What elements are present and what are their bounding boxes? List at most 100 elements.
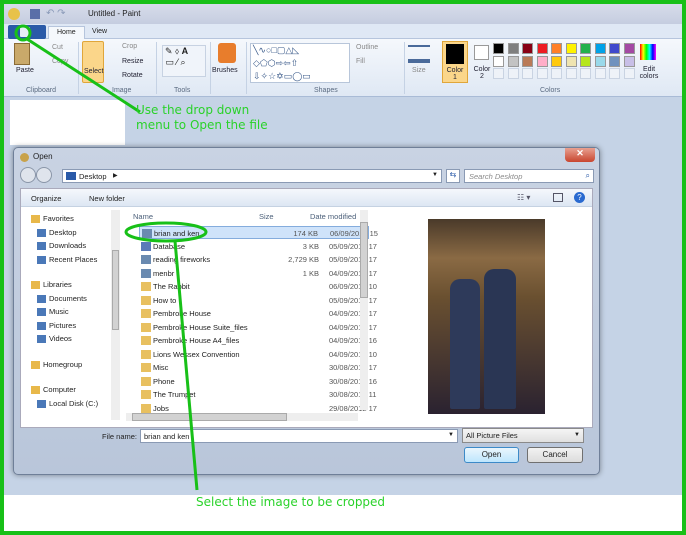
organize-button[interactable]: Organize: [31, 194, 61, 203]
nav-scrollbar[interactable]: [111, 210, 120, 420]
tab-home[interactable]: Home: [48, 26, 85, 39]
select-button[interactable]: Select: [82, 41, 104, 83]
file-row[interactable]: Lions Wessex Convention 04/09/2012 10: [139, 348, 377, 361]
close-button[interactable]: ✕: [565, 148, 595, 162]
search-icon[interactable]: ⌕: [586, 171, 590, 181]
file-row[interactable]: menbr 1 KB 04/09/2012 17: [139, 267, 377, 280]
custom-color-slot[interactable]: [565, 68, 577, 79]
preview-pane-icon[interactable]: [553, 193, 563, 202]
custom-color-slot[interactable]: [594, 68, 606, 79]
file-type-select[interactable]: All Picture Files ▼: [462, 428, 584, 443]
color-swatch[interactable]: [507, 43, 519, 54]
new-folder-button[interactable]: New folder: [89, 194, 125, 203]
address-bar[interactable]: Desktop ▶ ▼: [62, 169, 442, 183]
tab-view[interactable]: View: [84, 26, 115, 39]
file-row[interactable]: The Trumpet 30/08/2012 11: [139, 388, 376, 401]
color-swatch[interactable]: [565, 43, 577, 54]
outline-button[interactable]: Outline: [356, 44, 378, 51]
color-swatch[interactable]: [522, 55, 533, 67]
open-button[interactable]: Open: [464, 447, 519, 463]
custom-color-slot[interactable]: [507, 68, 519, 79]
desktop-icon: [66, 172, 76, 180]
resize-button[interactable]: Resize: [122, 58, 143, 65]
paint-menu-button[interactable]: [8, 25, 46, 39]
color-swatch[interactable]: [551, 43, 562, 54]
color-swatch[interactable]: [536, 55, 548, 67]
color-swatch[interactable]: [522, 43, 533, 54]
size-button[interactable]: Size: [412, 67, 426, 74]
column-name[interactable]: Name: [133, 212, 153, 221]
file-row[interactable]: Phone 30/08/2012 16: [139, 375, 377, 388]
color-swatch[interactable]: [580, 43, 591, 54]
select-label: Select: [84, 68, 104, 75]
help-icon[interactable]: ?: [574, 192, 585, 203]
undo-icon[interactable]: ↶ ↷: [46, 8, 66, 19]
copy-button[interactable]: Copy: [52, 58, 68, 65]
color-swatch[interactable]: [565, 55, 577, 67]
column-size[interactable]: Size: [259, 212, 274, 221]
horizontal-scrollbar[interactable]: [126, 413, 358, 421]
color-swatch[interactable]: [551, 55, 562, 67]
color-swatch[interactable]: [493, 55, 504, 67]
cut-button[interactable]: Cut: [52, 44, 63, 51]
shapes-gallery[interactable]: ╲∿○□▢△◺ ◇⬠⬡⇨⇦⇧ ⇩✧☆✡▭◯▭: [250, 43, 350, 83]
edit-colors-button[interactable]: Edit colors: [636, 66, 662, 80]
file-row[interactable]: brian and ken 174 KB 06/09/2012 15: [139, 226, 378, 239]
command-bar: Organize New folder ☷ ▾ ?: [21, 189, 592, 207]
brushes-button[interactable]: Brushes: [212, 67, 238, 74]
color-swatch[interactable]: [623, 43, 635, 54]
downloads-icon: [37, 242, 46, 250]
chevron-right-icon[interactable]: ▶: [113, 172, 118, 179]
file-name: Database: [153, 241, 186, 251]
color-swatch[interactable]: [580, 55, 591, 67]
rotate-button[interactable]: Rotate: [122, 72, 143, 79]
color-swatch[interactable]: [594, 43, 606, 54]
color-swatch[interactable]: [507, 55, 519, 67]
color-swatch[interactable]: [536, 43, 548, 54]
file-row[interactable]: Misc 30/08/2012 17: [139, 361, 377, 374]
paste-button[interactable]: Paste: [16, 67, 34, 74]
color-swatch[interactable]: [493, 43, 504, 54]
color1-button[interactable]: Color 1: [442, 41, 468, 83]
image-icon: [142, 229, 152, 238]
column-date[interactable]: Date modified: [310, 212, 358, 221]
cancel-button[interactable]: Cancel: [527, 447, 583, 463]
custom-color-slot[interactable]: [623, 68, 635, 79]
paint-canvas[interactable]: [10, 100, 125, 145]
custom-color-slot[interactable]: [551, 68, 562, 79]
file-row[interactable]: Pembroke House Suite_files 04/09/2012 17: [139, 321, 377, 334]
color-swatch[interactable]: [623, 55, 635, 67]
custom-color-slot[interactable]: [536, 68, 548, 79]
crop-button[interactable]: Crop: [122, 43, 137, 50]
file-row[interactable]: Pembroke House A4_files 04/09/2012 16: [139, 334, 377, 347]
file-name: How to: [153, 295, 177, 305]
file-row[interactable]: Pembroke House 04/09/2012 17: [139, 307, 377, 320]
custom-color-slot[interactable]: [580, 68, 591, 79]
chevron-down-icon[interactable]: ▼: [448, 432, 454, 438]
tools-palette[interactable]: ✎ ⬨ A ▭ ⁄ ⌕: [162, 45, 206, 77]
custom-color-slot[interactable]: [493, 68, 504, 79]
nav-item-label: Downloads: [49, 241, 87, 250]
fill-button[interactable]: Fill: [356, 58, 365, 65]
file-date: 30/08/2012 16: [329, 376, 377, 386]
custom-color-slot[interactable]: [522, 68, 533, 79]
color-swatch[interactable]: [594, 55, 606, 67]
search-input[interactable]: Search Desktop ⌕: [464, 169, 594, 183]
file-date: 04/09/2012 17: [329, 268, 377, 278]
refresh-icon[interactable]: ⇆: [446, 169, 460, 183]
custom-color-slot[interactable]: [609, 68, 620, 79]
file-row[interactable]: The Rabbit 06/09/2012 10: [139, 280, 377, 293]
color-swatch[interactable]: [609, 55, 620, 67]
file-row[interactable]: reading fireworks 2,729 KB 05/09/2012 17: [139, 253, 377, 266]
file-name-input[interactable]: brian and ken ▼: [140, 429, 458, 443]
chevron-down-icon[interactable]: ▼: [432, 172, 438, 178]
back-button[interactable]: [20, 167, 36, 183]
forward-button[interactable]: [36, 167, 52, 183]
save-icon[interactable]: [30, 9, 40, 19]
file-row[interactable]: Database 3 KB 05/09/2012 17: [139, 240, 377, 253]
color-swatch[interactable]: [609, 43, 620, 54]
view-options-icon[interactable]: ☷ ▾: [517, 193, 530, 202]
file-row[interactable]: How to 05/09/2012 17: [139, 294, 377, 307]
pictures-icon: [37, 321, 46, 330]
file-scrollbar[interactable]: [360, 210, 368, 410]
